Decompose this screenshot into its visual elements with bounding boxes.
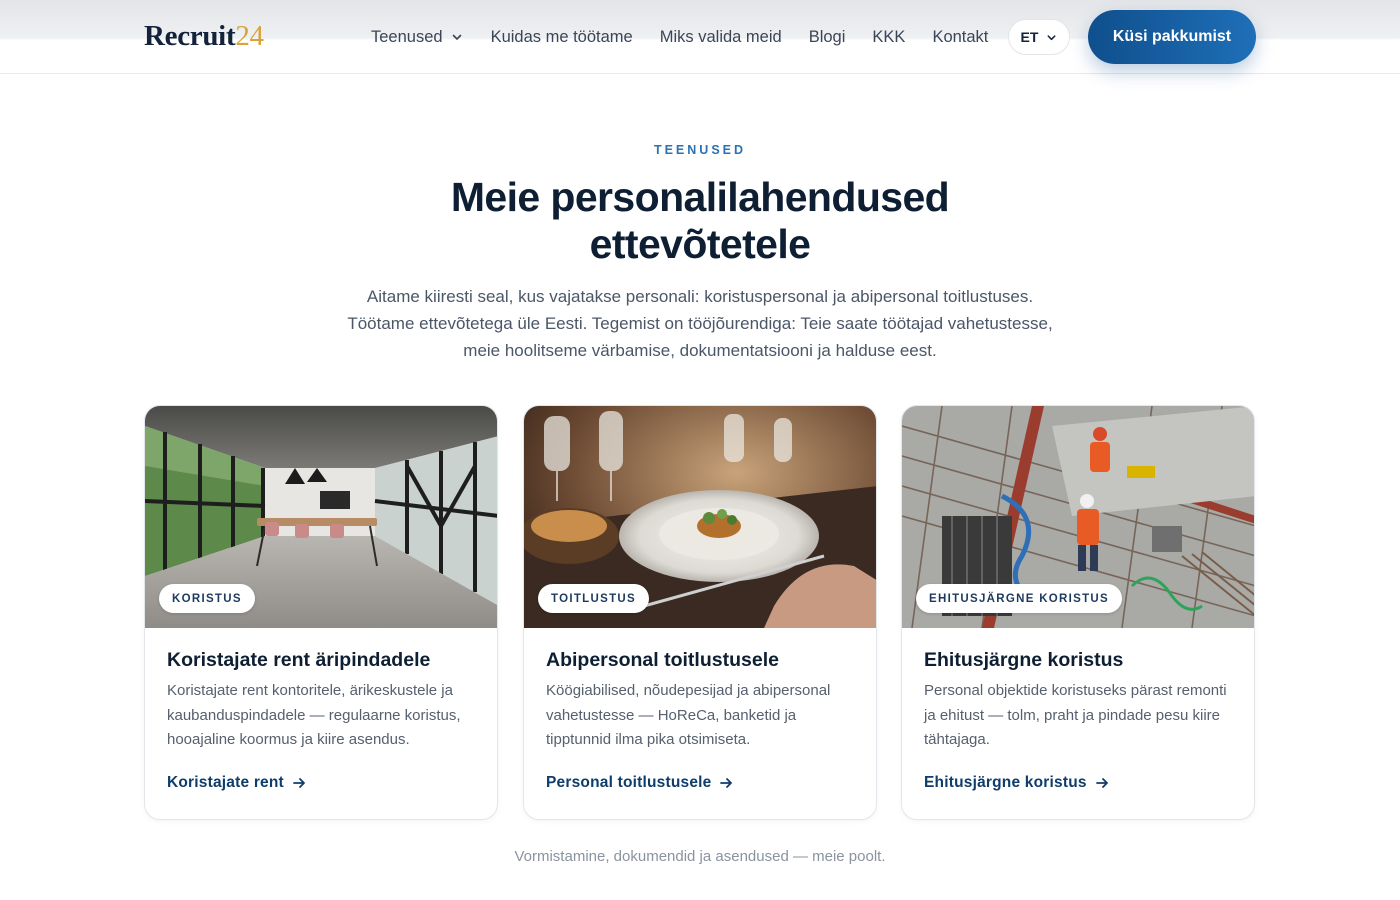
card-link-label: Koristajate rent [167,774,284,791]
card-title: Ehitusjärgne koristus [924,649,1124,671]
language-selector[interactable]: ET [1008,19,1070,55]
nav-item-services[interactable]: Teenused [371,25,464,49]
nav-item-faq[interactable]: KKK [872,25,905,49]
arrow-right-icon [720,778,733,788]
section-eyebrow: TEENUSED [653,143,747,157]
card-description: Koristajate rent kontoritele, ärikeskust… [167,682,461,749]
card-title: Abipersonal toitlustusele [546,649,779,671]
request-quote-button[interactable]: Küsi pakkumist [1088,10,1256,64]
logo-word: Recruit [144,20,236,52]
nav-item-why-us[interactable]: Miks valida meid [660,25,782,49]
section-title: Meie personalilahendused ettevõtetele [450,174,950,267]
nav-item-how-we-work[interactable]: Kuidas me töötame [491,25,633,49]
card-description: Köögiabilised, nõudepesijad ja abiperson… [546,682,831,749]
logo-number: 24 [235,20,264,52]
service-card-post-construction[interactable]: EHITUSJÄRGNE KORISTUS Ehitusjärgne koris… [901,405,1255,820]
section-lead: Aitame kiiresti seal, kus vajatakse pers… [347,287,1053,360]
chevron-down-icon [452,34,461,40]
card-description: Personal objektide koristuseks pärast re… [924,682,1227,749]
card-link[interactable]: Personal toitlustusele [546,774,733,792]
card-title: Koristajate rent äripindadele [167,649,431,671]
language-value: ET [1020,29,1039,45]
nav-item-label: Teenused [371,28,443,46]
service-card-catering[interactable]: TOITLUSTUS Abipersonal toitlustusele Köö… [523,405,877,820]
logo[interactable]: Recruit24 [144,18,264,54]
nav-item-contact[interactable]: Kontakt [932,25,988,49]
category-badge: EHITUSJÄRGNE KORISTUS [916,584,1123,613]
card-link[interactable]: Koristajate rent [167,774,306,792]
category-badge: TOITLUSTUS [538,584,649,613]
card-link-label: Personal toitlustusele [546,774,712,791]
category-badge: KORISTUS [159,584,255,613]
arrow-right-icon [1095,778,1108,788]
nav-item-blog[interactable]: Blogi [809,25,846,49]
main-nav: Teenused Kuidas me töötame Miks valida m… [371,24,988,50]
card-link[interactable]: Ehitusjärgne koristus [924,774,1109,792]
arrow-right-icon [293,778,305,788]
site-header: Recruit24 Teenused Kuidas me töötame Mik… [0,0,1400,74]
chevron-down-icon [1047,34,1056,40]
section-footnote: Vormistamine, dokumendid ja asendused — … [514,848,886,865]
card-link-label: Ehitusjärgne koristus [924,774,1087,791]
service-card-cleaning[interactable]: KORISTUS Koristajate rent äripindadele K… [144,405,498,820]
